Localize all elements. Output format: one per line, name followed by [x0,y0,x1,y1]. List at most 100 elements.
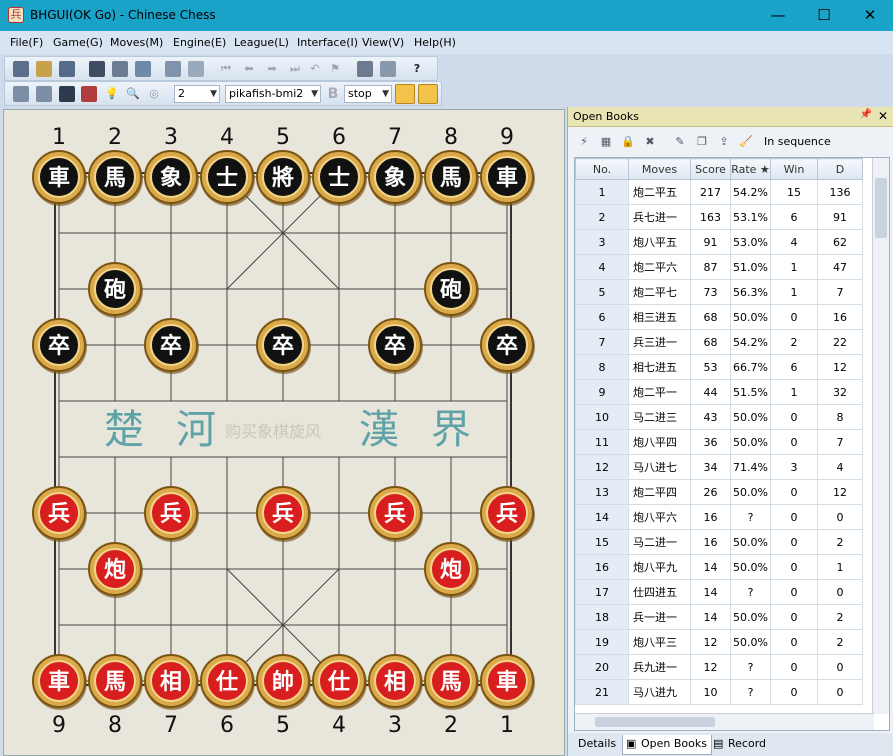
piece-black[interactable]: 士 [200,150,255,206]
piece-black[interactable]: 卒 [256,318,311,374]
piece-red[interactable]: 兵 [144,486,199,542]
next-move-icon[interactable]: ➡ [264,61,280,77]
menu-help[interactable]: Help(H) [414,36,456,49]
grid-icon[interactable]: ▦ [598,134,614,150]
table-row[interactable]: 7 兵三进一 68 54.2% 2 22 [575,329,863,355]
depth-select[interactable]: 2 ▼ [174,85,220,103]
piece-red[interactable]: 車 [32,654,87,710]
piece-red[interactable]: 炮 [424,542,479,598]
table-row[interactable]: 10 马二进三 43 50.0% 0 8 [575,404,863,430]
delete-icon[interactable]: ✖ [642,134,658,150]
table-row[interactable]: 1 炮二平五 217 54.2% 15 136 [575,179,863,205]
tab-record[interactable]: ▤ Record [710,735,770,755]
horizontal-scrollbar[interactable] [575,713,874,730]
state-select[interactable]: stop ▼ [344,85,392,103]
piece-red[interactable]: 馬 [424,654,479,710]
menu-moves[interactable]: Moves(M) [110,36,163,49]
export-icon[interactable]: ⇪ [716,134,732,150]
search-icon[interactable]: 🔍 [125,86,141,102]
col-score[interactable]: Score [690,158,731,180]
chess-board[interactable]: 楚河漢界购买象棋旋风 1 2 3 4 5 6 7 8 9 9 8 7 6 5 4 3 2 1 車馬象士將士象馬車砲砲卒… [3,109,565,756]
table-row[interactable]: 4 炮二平六 87 51.0% 1 47 [575,254,863,280]
table-row[interactable]: 18 兵一进一 14 50.0% 0 2 [575,604,863,630]
col-no[interactable]: No. [575,158,629,180]
open-file-icon[interactable] [36,61,52,77]
piece-black[interactable]: 象 [144,150,199,206]
window-icon[interactable] [380,61,396,77]
print-icon[interactable] [112,61,128,77]
table-row[interactable]: 9 炮二平一 44 51.5% 1 32 [575,379,863,405]
menu-league[interactable]: League(L) [234,36,289,49]
piece-red[interactable]: 車 [480,654,535,710]
piece-black[interactable]: 卒 [368,318,423,374]
piece-black[interactable]: 卒 [32,318,87,374]
settings-icon[interactable] [135,61,151,77]
table-row[interactable]: 13 炮二平四 26 50.0% 0 12 [575,479,863,505]
piece-black[interactable]: 卒 [480,318,535,374]
board-setup-icon[interactable] [89,61,105,77]
menu-file[interactable]: File(F) [10,36,43,49]
piece-black[interactable]: 象 [368,150,423,206]
piece-black[interactable]: 砲 [88,262,143,318]
edit-icon[interactable]: ✎ [672,134,688,150]
pin-icon[interactable]: 📌 [860,109,872,120]
piece-red[interactable]: 兵 [32,486,87,542]
bold-mode-icon[interactable]: B [325,86,341,102]
panel-close-icon[interactable]: ✕ [878,109,888,123]
piece-black[interactable]: 馬 [424,150,479,206]
piece-red[interactable]: 相 [144,654,199,710]
piece-black[interactable]: 砲 [424,262,479,318]
table-row[interactable]: 20 兵九进一 12? 0 0 [575,654,863,680]
engine-config-icon[interactable] [36,86,52,102]
undo-icon[interactable]: ↶ [307,61,323,77]
table-row[interactable]: 15 马二进一 16 50.0% 0 2 [575,529,863,555]
piece-red[interactable]: 兵 [256,486,311,542]
board-canvas[interactable]: 楚河漢界购买象棋旋风1 2 3 4 5 6 7 8 99 8 7 6 5 4 3 2 1車馬象士將士象馬車砲 砲卒… [4,110,565,756]
piece-red[interactable]: 兵 [368,486,423,542]
menu-game[interactable]: Game(G) [53,36,103,49]
table-row[interactable]: 2 兵七进一 163 53.1% 6 91 [575,204,863,230]
table-row[interactable]: 21 马八进九 10? 0 0 [575,679,863,705]
col-rate[interactable]: Rate ★ [730,158,771,180]
piece-red[interactable]: 炮 [88,542,143,598]
col-moves[interactable]: Moves [628,158,691,180]
maximize-button[interactable]: ☐ [801,0,847,31]
prev-move-icon[interactable]: ⬅ [241,61,257,77]
book-icon[interactable] [395,84,415,104]
table-row[interactable]: 6 相三进五 68 50.0% 0 16 [575,304,863,330]
piece-red[interactable]: 帥 [256,654,311,710]
piece-black[interactable]: 車 [480,150,535,206]
table-row[interactable]: 3 炮八平五 91 53.0% 4 62 [575,229,863,255]
piece-black[interactable]: 馬 [88,150,143,206]
target-icon[interactable]: ◎ [146,86,162,102]
tab-open-books[interactable]: ▣ Open Books [622,735,712,755]
piece-red[interactable]: 馬 [88,654,143,710]
save-icon[interactable] [59,61,75,77]
minimize-button[interactable]: — [755,0,801,31]
copy-book-icon[interactable]: ❐ [694,134,710,150]
piece-red[interactable]: 仕 [312,654,367,710]
screenshot-icon[interactable] [188,61,204,77]
col-win[interactable]: Win [770,158,818,180]
red-monitor-icon[interactable] [81,86,97,102]
close-button[interactable]: ✕ [847,0,893,31]
vertical-scrollbar[interactable] [872,158,889,714]
tab-details[interactable]: Details [574,735,620,755]
branch-icon[interactable]: ⚑ [327,61,343,77]
piece-red[interactable]: 兵 [480,486,535,542]
table-row[interactable]: 17 仕四进五 14? 0 0 [575,579,863,605]
menu-view[interactable]: View(V) [362,36,404,49]
lock-icon[interactable]: 🔒 [620,134,636,150]
engine-setup-icon[interactable] [13,86,29,102]
piece-black[interactable]: 車 [32,150,87,206]
broom-icon[interactable]: 🧹 [738,134,754,150]
last-move-icon[interactable]: ⏭ [287,61,303,77]
piece-black[interactable]: 士 [312,150,367,206]
table-row[interactable]: 12 马八进七 34 71.4% 3 4 [575,454,863,480]
frog-icon[interactable] [418,84,438,104]
col-draw[interactable]: D [817,158,863,180]
first-move-icon[interactable]: ⏮ [218,61,234,77]
lightning-icon[interactable]: ⚡ [576,134,592,150]
table-row[interactable]: 19 炮八平三 12 50.0% 0 2 [575,629,863,655]
table-row[interactable]: 5 炮二平七 73 56.3% 1 7 [575,279,863,305]
